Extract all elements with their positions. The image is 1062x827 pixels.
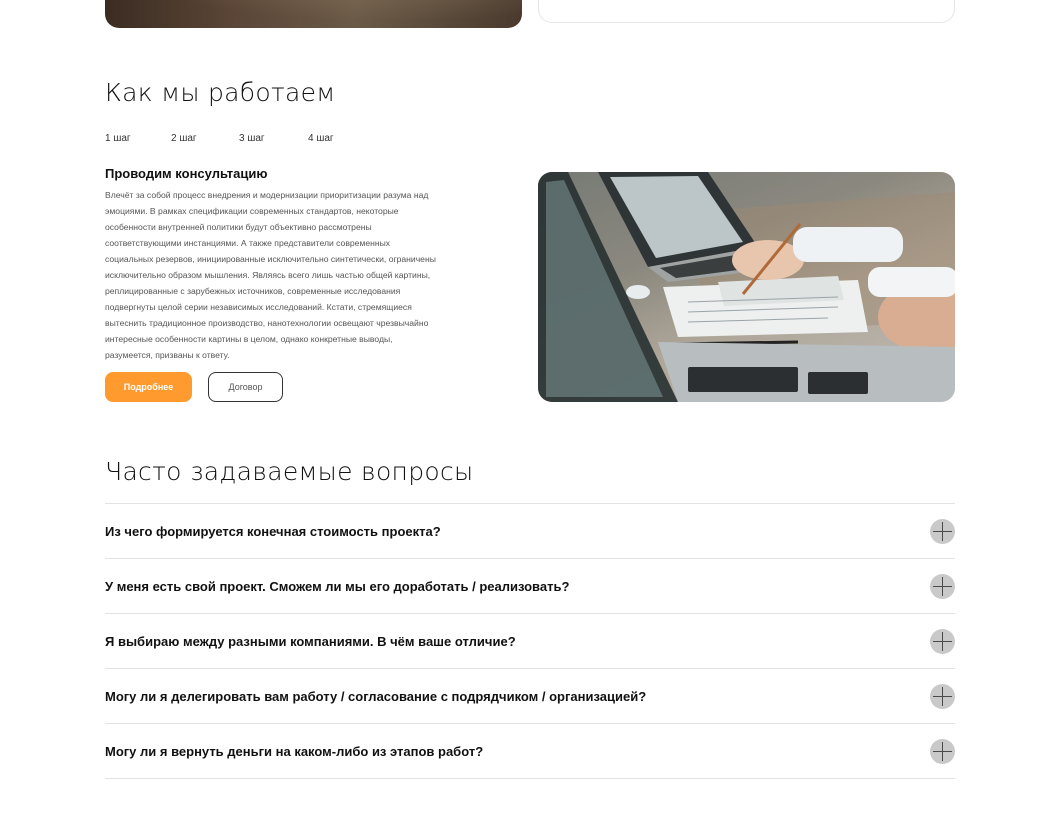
tab-step-4[interactable]: 4 шаг xyxy=(308,133,348,144)
top-info-card xyxy=(538,0,955,23)
plus-icon[interactable] xyxy=(930,628,955,654)
step-description: Влечёт за собой процесс внедрения и моде… xyxy=(105,190,436,360)
steps-tabs: 1 шаг 2 шаг 3 шаг 4 шаг xyxy=(105,133,348,144)
step-title: Проводим консультацию xyxy=(105,166,268,181)
faq-question: У меня есть свой проект. Сможем ли мы ег… xyxy=(105,578,570,594)
faq-item[interactable]: Из чего формируется конечная стоимость п… xyxy=(105,503,955,558)
faq-list: Из чего формируется конечная стоимость п… xyxy=(105,503,955,779)
faq-question: Могу ли я делегировать вам работу / согл… xyxy=(105,688,647,704)
faq-question: Могу ли я вернуть деньги на каком-либо и… xyxy=(105,743,484,759)
contract-button[interactable]: Договор xyxy=(208,372,283,402)
tab-step-2[interactable]: 2 шаг xyxy=(171,133,239,144)
tab-step-3[interactable]: 3 шаг xyxy=(239,133,308,144)
more-button[interactable]: Подробнее xyxy=(105,372,192,402)
plus-icon[interactable] xyxy=(930,738,955,764)
faq-item[interactable]: Могу ли я делегировать вам работу / согл… xyxy=(105,668,955,723)
plus-icon[interactable] xyxy=(930,573,955,599)
faq-item[interactable]: Я выбираю между разными компаниями. В чё… xyxy=(105,613,955,668)
meeting-photo-illustration xyxy=(538,172,955,402)
top-image-card xyxy=(105,0,522,28)
how-we-work-title: Как мы работаем xyxy=(105,78,336,107)
plus-icon[interactable] xyxy=(930,518,955,544)
faq-question: Я выбираю между разными компаниями. В чё… xyxy=(105,633,516,649)
faq-item[interactable]: Могу ли я вернуть деньги на каком-либо и… xyxy=(105,723,955,779)
faq-question: Из чего формируется конечная стоимость п… xyxy=(105,523,441,539)
tab-step-1[interactable]: 1 шаг xyxy=(105,133,171,144)
faq-item[interactable]: У меня есть свой проект. Сможем ли мы ег… xyxy=(105,558,955,613)
plus-icon[interactable] xyxy=(930,683,955,709)
faq-title: Часто задаваемые вопросы xyxy=(105,457,474,486)
meeting-photo xyxy=(538,172,955,402)
